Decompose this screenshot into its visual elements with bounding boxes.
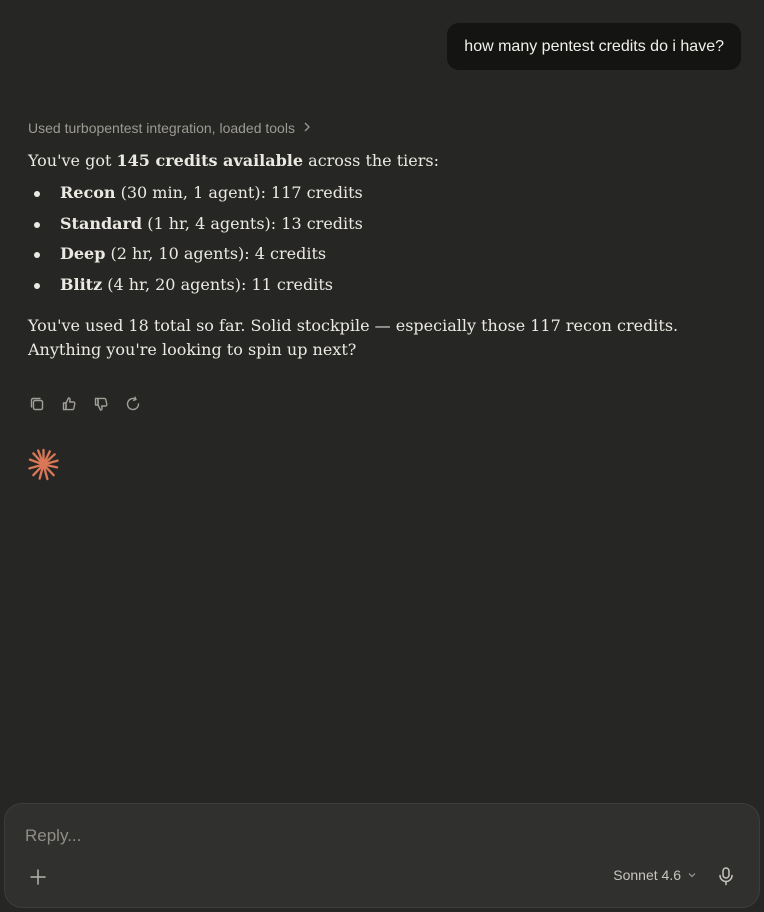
tier-detail: (2 hr, 10 agents): 4 credits	[105, 244, 327, 263]
intro-text-end: across the tiers:	[303, 151, 439, 170]
bullet	[34, 282, 40, 289]
model-name: Sonnet 4.6	[613, 867, 681, 883]
response-closing: You've used 18 total so far. Solid stock…	[28, 315, 679, 359]
list-item: Deep (2 hr, 10 agents): 4 credits	[34, 242, 708, 266]
tier-name: Recon	[60, 183, 116, 202]
tier-list: Recon (30 min, 1 agent): 117 credits Sta…	[28, 181, 708, 297]
microphone-icon[interactable]	[715, 865, 737, 887]
plus-icon[interactable]	[27, 866, 49, 888]
tier-name: Standard	[60, 213, 143, 233]
tier-name: Deep	[60, 244, 106, 263]
tier-detail: (30 min, 1 agent): 117 credits	[115, 183, 363, 202]
assistant-response: You've got 145 credits available across …	[28, 149, 708, 362]
chevron-down-icon	[688, 873, 696, 878]
reply-composer: Reply... Sonnet 4.6	[4, 803, 760, 908]
bullet	[34, 221, 40, 228]
copy-button[interactable]	[28, 395, 46, 413]
chevron-right-icon	[301, 120, 313, 136]
list-item: Blitz (4 hr, 20 agents): 11 credits	[34, 273, 708, 297]
thumbs-down-icon	[94, 397, 108, 411]
bullet	[34, 252, 40, 258]
list-item: Recon (30 min, 1 agent): 117 credits	[34, 181, 708, 205]
intro-text: You've got	[28, 151, 117, 170]
thumbs-up-icon	[62, 397, 76, 411]
message-actions	[28, 395, 142, 413]
response-intro: You've got 145 credits available across …	[28, 149, 708, 173]
model-selector[interactable]: Sonnet 4.6	[613, 867, 697, 883]
thumbs-up-button[interactable]	[60, 395, 78, 413]
tool-usage-label: Used turbopentest integration, loaded to…	[28, 120, 295, 136]
reply-input[interactable]: Reply...	[25, 826, 585, 846]
list-item: Standard (1 hr, 4 agents): 13 credits	[34, 212, 708, 236]
copy-icon	[30, 397, 44, 411]
tier-name: Blitz	[60, 274, 103, 294]
tier-detail: (1 hr, 4 agents): 13 credits	[142, 213, 363, 233]
claude-spark-icon	[28, 448, 59, 481]
retry-button[interactable]	[124, 395, 142, 413]
user-message-bubble: how many pentest credits do i have?	[447, 23, 741, 70]
tier-detail: (4 hr, 20 agents): 11 credits	[102, 274, 333, 294]
bullet	[34, 191, 40, 197]
tool-usage-toggle[interactable]: Used turbopentest integration, loaded to…	[28, 120, 313, 136]
intro-bold: 145 credits available	[116, 151, 304, 170]
retry-icon	[126, 396, 140, 411]
thumbs-down-button[interactable]	[92, 395, 110, 413]
user-message-text: how many pentest credits do i have?	[464, 37, 724, 55]
